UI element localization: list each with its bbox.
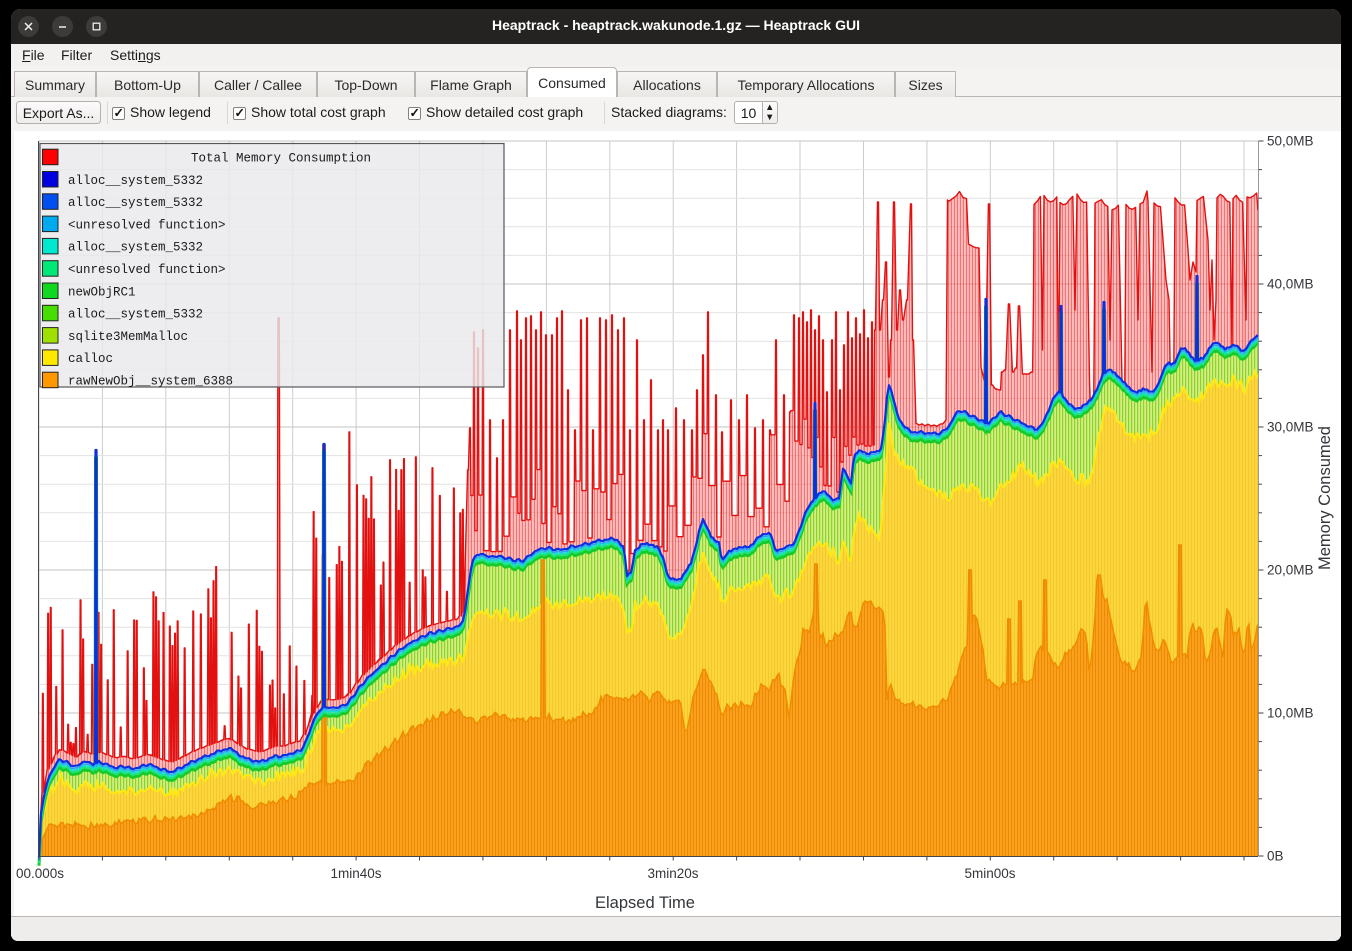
svg-text:Memory Consumed: Memory Consumed [1316,426,1334,570]
svg-text:0B: 0B [1267,849,1284,864]
svg-text:Total Memory Consumption: Total Memory Consumption [191,152,371,166]
svg-text:30,0MB: 30,0MB [1267,420,1314,435]
svg-text:00.000s: 00.000s [16,866,64,881]
svg-text:50,0MB: 50,0MB [1267,134,1314,149]
svg-text:5min00s: 5min00s [964,866,1015,881]
svg-text:3min20s: 3min20s [647,866,698,881]
svg-text:alloc__system_5332: alloc__system_5332 [68,174,203,188]
svg-text:Elapsed Time: Elapsed Time [595,894,695,912]
svg-text:10,0MB: 10,0MB [1267,706,1314,721]
svg-text:<unresolved function>: <unresolved function> [68,263,226,277]
svg-text:20,0MB: 20,0MB [1267,563,1314,578]
svg-text:calloc: calloc [68,352,113,366]
svg-text:40,0MB: 40,0MB [1267,277,1314,292]
svg-text:alloc__system_5332: alloc__system_5332 [68,196,203,210]
svg-text:rawNewObj__system_6388: rawNewObj__system_6388 [68,375,233,389]
svg-text:1min40s: 1min40s [330,866,381,881]
svg-text:<unresolved function>: <unresolved function> [68,218,226,232]
svg-text:alloc__system_5332: alloc__system_5332 [68,308,203,322]
svg-text:alloc__system_5332: alloc__system_5332 [68,241,203,255]
svg-text:newObjRC1: newObjRC1 [68,285,136,299]
svg-text:sqlite3MemMalloc: sqlite3MemMalloc [68,330,188,344]
